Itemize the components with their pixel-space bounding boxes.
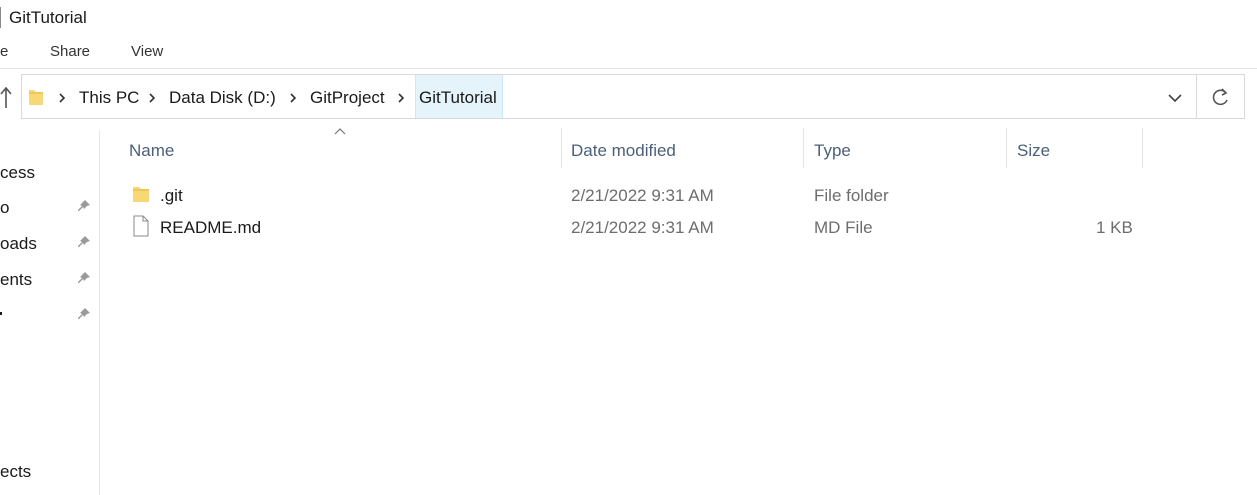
ribbon-divider [0, 68, 1257, 69]
column-divider[interactable] [803, 128, 804, 168]
file-name[interactable]: README.md [160, 217, 261, 238]
breadcrumb-data-disk[interactable]: Data Disk (D:) [169, 87, 276, 108]
column-header-type[interactable]: Type [814, 140, 851, 161]
column-header-size[interactable]: Size [1017, 140, 1050, 161]
pin-icon[interactable] [76, 270, 92, 286]
file-row[interactable]: .git 2/21/2022 9:31 AM File folder [118, 181, 1148, 211]
column-header-date-modified[interactable]: Date modified [571, 140, 676, 161]
sort-ascending-icon [334, 128, 346, 135]
chevron-down-icon[interactable] [1163, 88, 1187, 108]
nav-pane-border [99, 130, 100, 495]
nav-item-quick-access[interactable]: cess [0, 162, 35, 183]
up-arrow-icon[interactable] [0, 86, 12, 110]
refresh-icon [1212, 88, 1228, 106]
breadcrumb-this-pc[interactable]: This PC [79, 87, 139, 108]
chevron-right-icon[interactable] [147, 92, 157, 104]
document-icon [133, 215, 149, 237]
column-divider[interactable] [561, 128, 562, 168]
folder-icon [133, 187, 149, 202]
file-date-modified: 2/21/2022 9:31 AM [571, 218, 714, 237]
nav-item-downloads[interactable]: oads [0, 233, 37, 254]
nav-item-documents[interactable]: ents [0, 269, 32, 290]
pin-icon[interactable] [76, 306, 92, 322]
column-divider[interactable] [1142, 128, 1143, 168]
file-type: File folder [814, 186, 889, 205]
chevron-right-icon[interactable] [288, 92, 298, 104]
chevron-right-icon[interactable] [57, 92, 67, 104]
file-type: MD File [814, 218, 873, 237]
nav-item-desktop[interactable]: o [0, 197, 9, 218]
breadcrumb-gittutorial[interactable]: GitTutorial [419, 87, 497, 108]
tab-share[interactable]: Share [50, 42, 90, 62]
nav-item-objects[interactable]: ects [0, 461, 31, 482]
title-separator [0, 7, 1, 28]
pin-icon[interactable] [76, 234, 92, 250]
window-title: GitTutorial [9, 8, 87, 27]
folder-icon [29, 90, 43, 105]
pin-icon[interactable] [76, 198, 92, 214]
column-header-name[interactable]: Name [129, 140, 174, 161]
tab-view[interactable]: View [131, 42, 163, 62]
breadcrumb-gitproject[interactable]: GitProject [310, 87, 385, 108]
refresh-button[interactable] [1197, 74, 1245, 119]
file-name[interactable]: .git [160, 185, 183, 206]
file-size: 1 KB [1096, 218, 1133, 237]
tab-home[interactable]: e [0, 42, 8, 62]
chevron-right-icon[interactable] [396, 92, 406, 104]
file-row[interactable]: README.md 2/21/2022 9:31 AM MD File 1 KB [118, 213, 1148, 243]
nav-item-fragment [0, 312, 2, 315]
column-divider[interactable] [1006, 128, 1007, 168]
file-date-modified: 2/21/2022 9:31 AM [571, 186, 714, 205]
